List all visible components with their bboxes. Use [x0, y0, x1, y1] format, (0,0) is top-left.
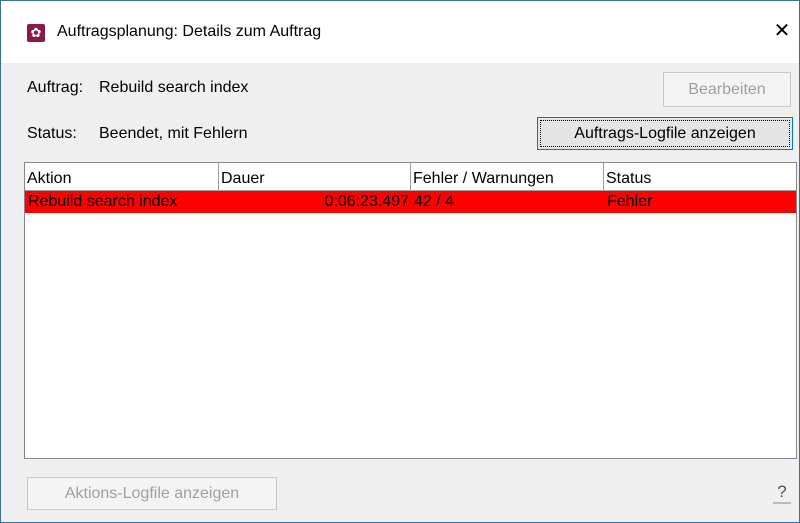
auftrag-value: Rebuild search index — [99, 79, 249, 96]
cell-aktion: Rebuild search index — [28, 193, 178, 210]
column-header-fehler-warnungen[interactable]: Fehler / Warnungen — [411, 163, 604, 191]
column-header-status[interactable]: Status — [604, 163, 796, 191]
dialog-window: ✿ Auftragsplanung: Details zum Auftrag ✕… — [0, 0, 800, 523]
action-logfile-button[interactable]: Aktions-Logfile anzeigen — [27, 477, 277, 510]
table-row[interactable]: Rebuild search index 0:06:23.497 42 / 4 … — [25, 191, 796, 213]
cell-fehler-warnungen: 42 / 4 — [414, 193, 455, 210]
table-header: Aktion Dauer Fehler / Warnungen Status — [25, 163, 796, 191]
close-icon[interactable]: ✕ — [771, 19, 793, 43]
status-label: Status: — [27, 125, 77, 142]
job-logfile-button[interactable]: Auftrags-Logfile anzeigen — [537, 117, 793, 150]
actions-table: Aktion Dauer Fehler / Warnungen Status R… — [24, 162, 797, 459]
column-header-dauer[interactable]: Dauer — [219, 163, 411, 191]
column-header-aktion[interactable]: Aktion — [25, 163, 219, 191]
auftrag-label: Auftrag: — [27, 79, 84, 96]
cell-status: Fehler — [607, 193, 653, 210]
cell-dauer: 0:06:23.497 — [324, 193, 409, 210]
help-icon[interactable]: ? — [773, 482, 791, 504]
title-bar: ✿ Auftragsplanung: Details zum Auftrag ✕ — [1, 1, 799, 63]
edit-button[interactable]: Bearbeiten — [663, 72, 791, 107]
window-title: Auftragsplanung: Details zum Auftrag — [57, 23, 322, 40]
gear-icon: ✿ — [27, 24, 45, 42]
status-value: Beendet, mit Fehlern — [99, 125, 248, 142]
